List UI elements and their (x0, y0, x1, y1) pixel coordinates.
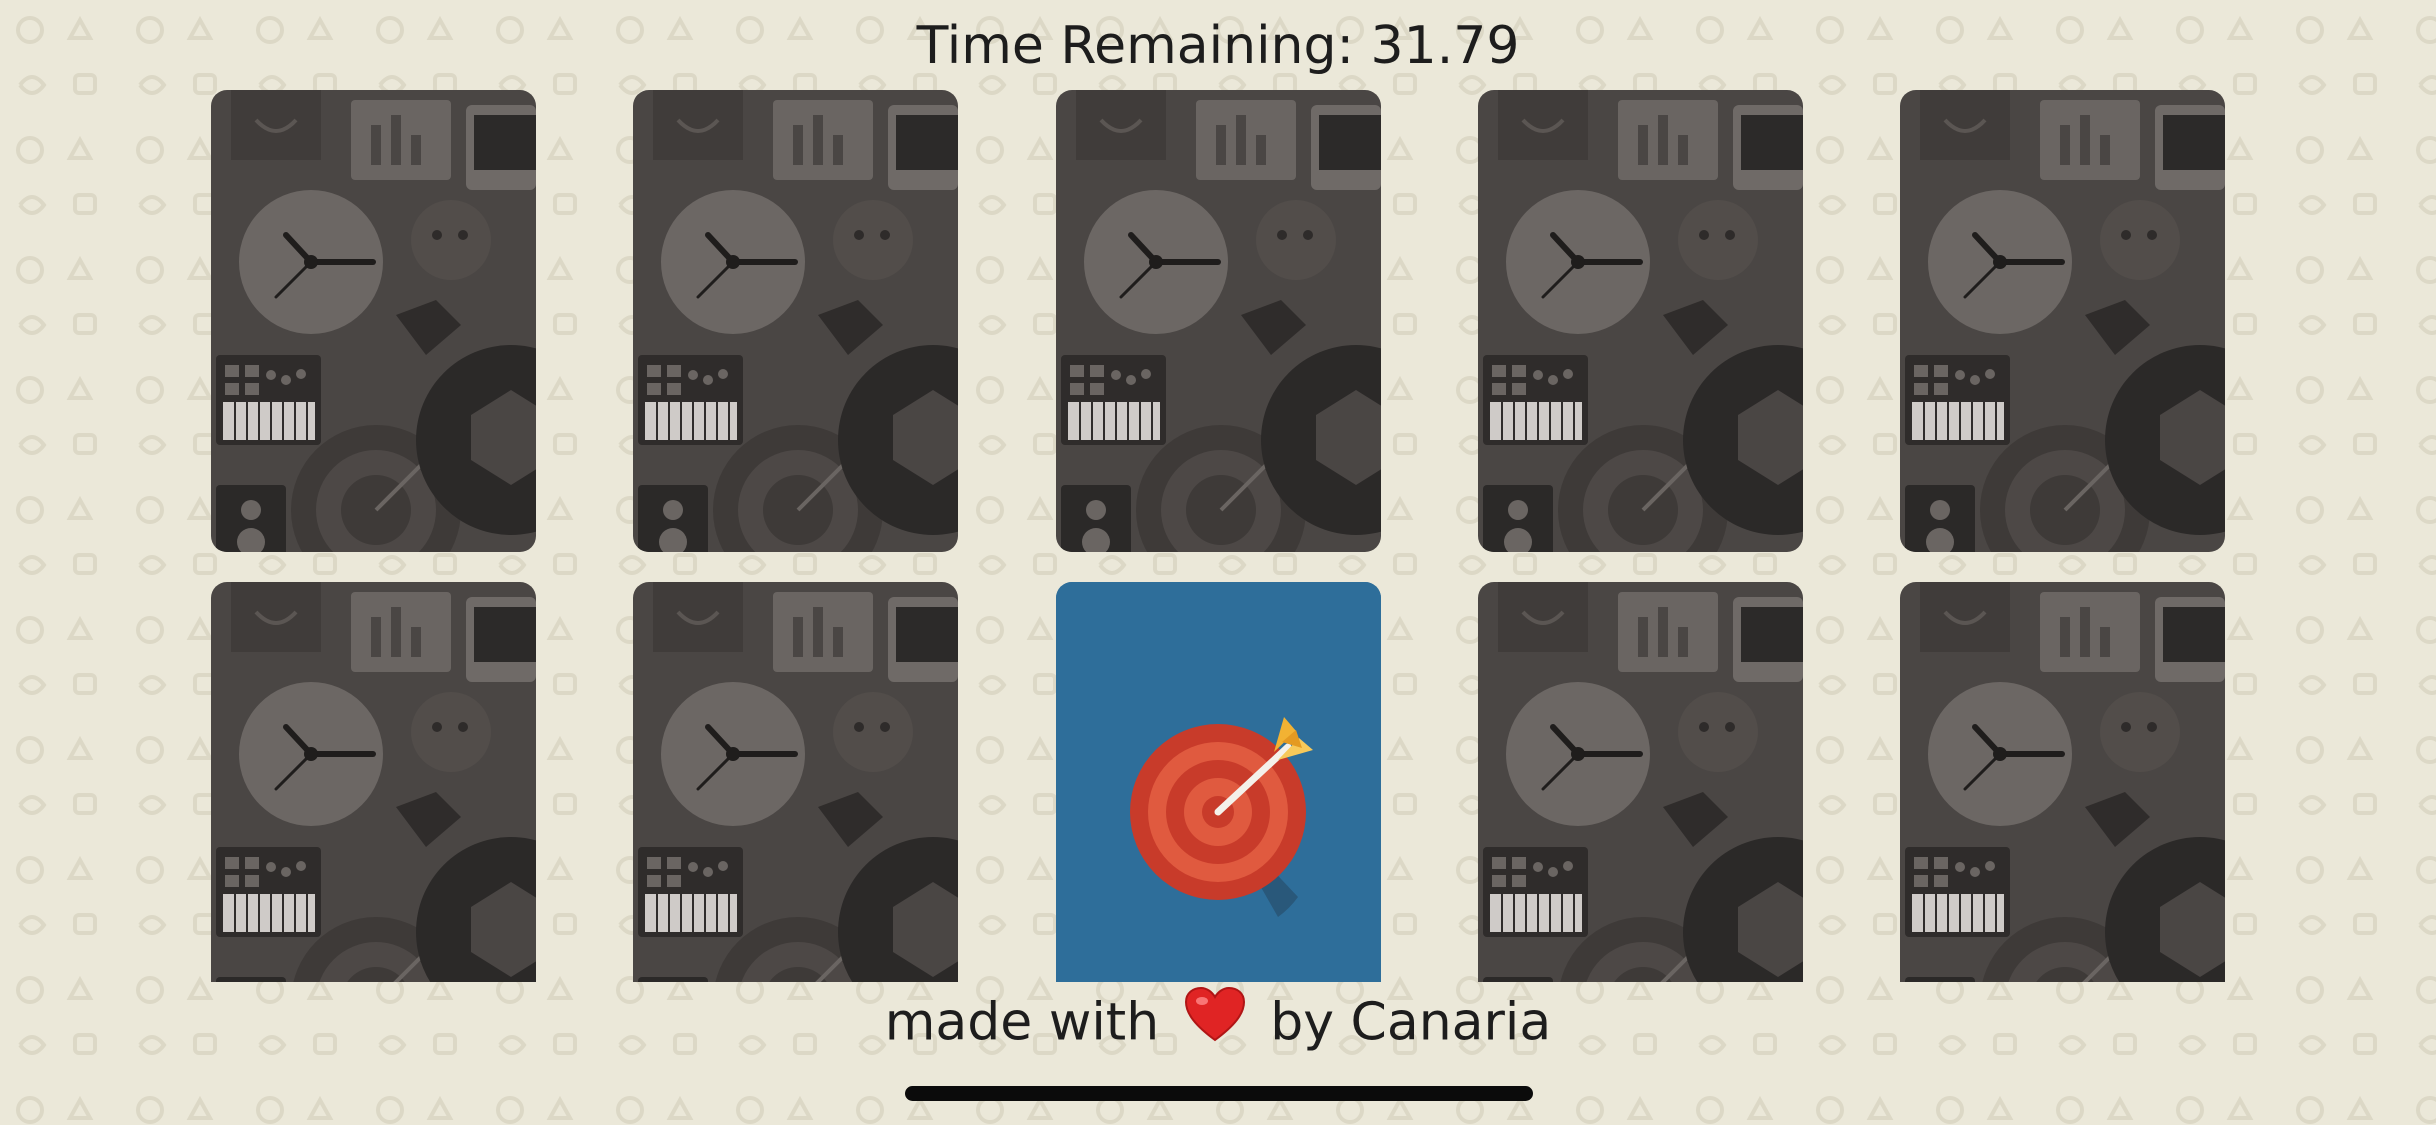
memory-card-face-up[interactable] (1056, 582, 1381, 982)
memory-card[interactable] (1900, 90, 2225, 552)
card-back-pattern (211, 90, 536, 552)
card-back-pattern (1900, 582, 2225, 982)
timer-value: 31.79 (1370, 16, 1520, 76)
card-back-pattern (1478, 90, 1803, 552)
timer-label: Time Remaining: (916, 16, 1355, 76)
time-remaining: Time Remaining: 31.79 (0, 10, 2436, 82)
footer-prefix: made with (884, 992, 1160, 1053)
heart-icon (1184, 986, 1246, 1057)
memory-card[interactable] (211, 582, 536, 982)
memory-card[interactable] (1900, 582, 2225, 982)
card-back-pattern (1056, 90, 1381, 552)
card-back-pattern (1900, 90, 2225, 552)
memory-card[interactable] (1478, 582, 1803, 982)
memory-card[interactable] (1056, 90, 1381, 552)
memory-card[interactable] (633, 90, 958, 552)
card-back-pattern (211, 582, 536, 982)
memory-card[interactable] (633, 582, 958, 982)
credits-footer: made with by Canaria (0, 986, 2436, 1061)
target-dart-icon (1056, 582, 1381, 982)
memory-card[interactable] (211, 90, 536, 552)
footer-suffix: by Canaria (1270, 992, 1552, 1053)
memory-card[interactable] (1478, 90, 1803, 552)
card-back-pattern (1478, 582, 1803, 982)
card-back-pattern (633, 582, 958, 982)
game-screen: Time Remaining: 31.79 made with by Canar… (0, 0, 2436, 1125)
card-back-pattern (633, 90, 958, 552)
home-indicator[interactable] (905, 1086, 1533, 1101)
